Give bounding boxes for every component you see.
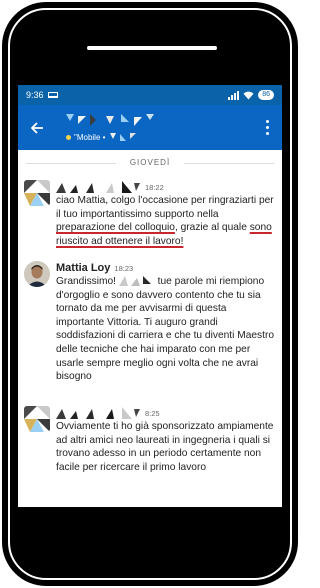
avatar[interactable] [24, 180, 50, 206]
redacted-text [118, 276, 151, 287]
status-time: 9:36 [26, 90, 44, 100]
chat-thread: GIOVEDÌ 18:22 ciao Mattia, colgo l'occas… [18, 150, 282, 507]
redacted-subtitle-pattern [110, 132, 137, 141]
phone-speaker [87, 46, 217, 50]
laptop-icon [47, 92, 58, 98]
message-body: Grandissimo! tue parole mi riempiono d'o… [56, 276, 275, 383]
message-body: ciao Mattia, colgo l'occasione per ringr… [56, 195, 274, 247]
redacted-name-pattern [66, 113, 154, 126]
back-arrow-icon[interactable] [26, 117, 48, 139]
more-vert-icon[interactable] [260, 117, 274, 139]
battery-icon: 86 [258, 90, 274, 100]
avatar[interactable] [24, 406, 50, 432]
message-time: 8:25 [145, 408, 160, 418]
sender-name[interactable]: Mattia Loy [56, 262, 110, 274]
redacted-sender-name [56, 407, 140, 419]
redacted-sender-name [56, 181, 140, 193]
message-body: Ovviamente ti ho già sponsorizzato ampia… [56, 421, 274, 473]
message-item: Mattia Loy 18:23 Grandissimo! tue parole… [24, 261, 276, 401]
header-subtitle: "Mobile • [74, 132, 106, 142]
underlined-highlight: preparazione del colloquio [56, 222, 175, 234]
day-divider: GIOVEDÌ [18, 158, 282, 167]
message-time: 18:23 [114, 263, 134, 273]
message-item: 8:25 Ovviamente ti ho già sponsorizzato … [24, 406, 276, 506]
message-time: 18:22 [145, 182, 164, 192]
conversation-title[interactable]: "Mobile • [56, 108, 260, 148]
app-bar: "Mobile • [18, 105, 282, 150]
avatar[interactable] [24, 261, 50, 287]
message-item: 18:22 ciao Mattia, colgo l'occasione per… [24, 180, 276, 260]
signal-icon [228, 90, 240, 100]
online-status-dot [66, 134, 71, 140]
screen: 9:36 86 "Mobile • GIOVEDÌ 18:22 ciao Mat… [18, 85, 282, 507]
wifi-icon [243, 91, 254, 100]
status-bar: 9:36 86 [18, 85, 282, 105]
